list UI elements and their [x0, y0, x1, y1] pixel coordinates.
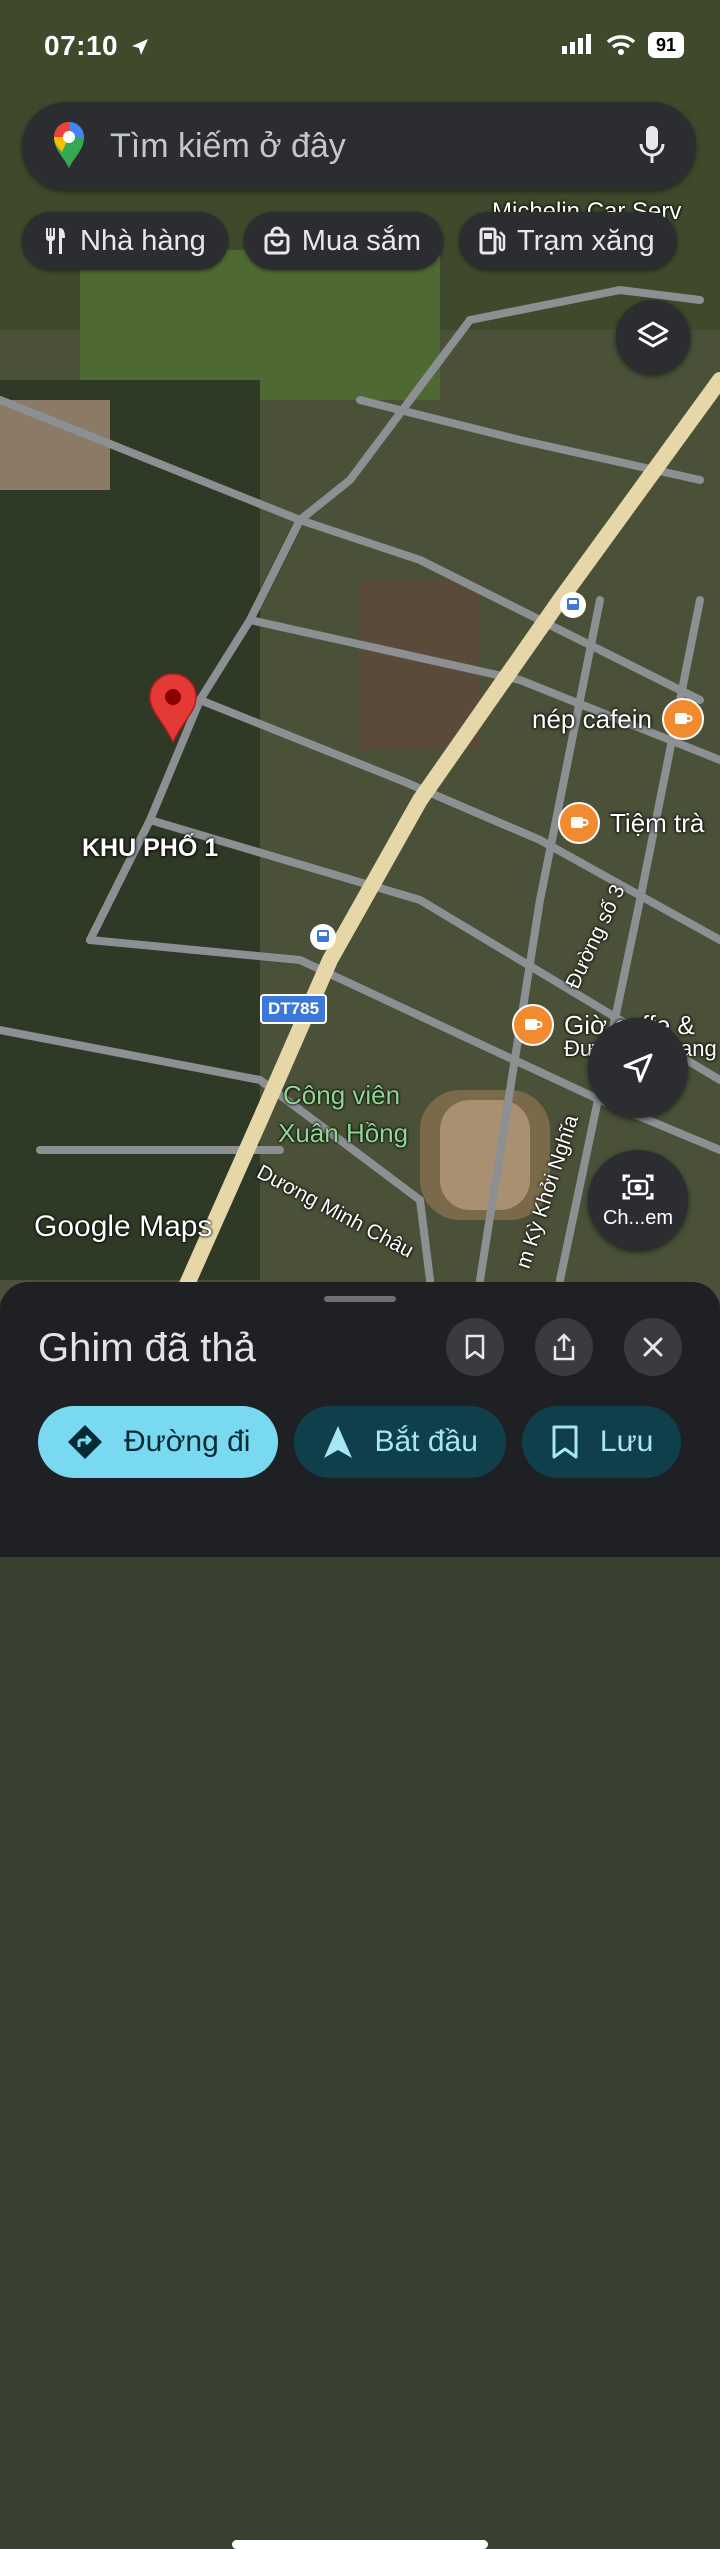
chip-restaurants[interactable]: Nhà hàng: [22, 212, 228, 270]
camera-search-button[interactable]: Ch...em: [588, 1150, 688, 1250]
road-shield: DT785: [260, 994, 328, 1024]
coffee-cup-icon: [512, 1004, 554, 1046]
directions-label: Đường đi: [124, 1425, 251, 1458]
poi-cafe-1[interactable]: nép cafein: [532, 698, 704, 740]
location-arrow-icon: [132, 39, 149, 55]
save-icon-button[interactable]: [446, 1318, 504, 1376]
park-label-line2: Xuân Hồng: [278, 1118, 409, 1148]
save-label: Lưu: [599, 1425, 654, 1458]
bookmark-icon: [552, 1425, 578, 1459]
park-label-line1: Công viên: [283, 1080, 401, 1110]
directions-button[interactable]: Đường đi: [38, 1406, 279, 1478]
search-input[interactable]: Tìm kiếm ở đây: [110, 127, 346, 166]
navigation-arrow-icon: [623, 1053, 653, 1083]
share-icon: [553, 1333, 575, 1361]
signal-icon: [561, 34, 591, 54]
sheet-actions: Đường đi Bắt đầu Lưu: [38, 1406, 682, 1478]
battery-indicator: 91: [647, 32, 684, 58]
share-button[interactable]: [535, 1318, 593, 1376]
poi-label: Tiệm trà: [610, 807, 705, 838]
category-chips: Nhà hàng Mua sắm Trạm xăng: [22, 212, 677, 270]
start-button[interactable]: Bắt đầu: [294, 1406, 506, 1478]
wifi-icon: [606, 35, 636, 55]
start-label: Bắt đầu: [374, 1425, 478, 1458]
coffee-cup-icon: [558, 802, 600, 844]
close-button[interactable]: [624, 1318, 682, 1376]
bookmark-icon: [465, 1334, 485, 1360]
bus-stop-icon[interactable]: [310, 924, 336, 950]
camera-icon: [622, 1174, 654, 1199]
close-icon: [643, 1337, 663, 1357]
sheet-title: Ghim đã thả: [38, 1326, 256, 1370]
poi-label: nép cafein: [532, 703, 652, 734]
fork-knife-icon: [46, 228, 65, 254]
microphone-icon[interactable]: [638, 124, 666, 166]
coffee-cup-icon: [661, 698, 704, 740]
status-bar: 07:10 91: [0, 0, 720, 90]
google-maps-logo: Google Maps: [34, 1210, 213, 1243]
status-time: 07:10: [44, 30, 150, 62]
gas-station-icon: [479, 227, 506, 255]
navigation-arrow-icon: [324, 1426, 353, 1458]
save-button[interactable]: Lưu: [521, 1406, 682, 1478]
drag-handle[interactable]: [324, 1296, 396, 1302]
poi-cafe-2[interactable]: Tiệm trà: [558, 802, 704, 844]
layers-button[interactable]: [616, 300, 690, 374]
shopping-bag-icon: [264, 226, 290, 255]
area-label: KHU PHỐ 1: [82, 834, 219, 862]
google-maps-pin-icon: [54, 122, 84, 168]
chip-gas-stations[interactable]: Trạm xăng: [459, 212, 677, 270]
time-text: 07:10: [44, 30, 119, 61]
bus-stop-icon[interactable]: [560, 592, 586, 618]
place-bottom-sheet[interactable]: Ghim đã thả Đường đi Bắt đầu Lưu: [0, 1282, 720, 2549]
chip-label: Trạm xăng: [517, 224, 655, 257]
layers-icon: [637, 321, 669, 348]
chip-label: Nhà hàng: [80, 224, 206, 257]
my-location-button[interactable]: [588, 1018, 688, 1118]
chip-label: Mua sắm: [301, 224, 422, 257]
search-bar[interactable]: Tìm kiếm ở đây: [22, 102, 696, 190]
home-indicator[interactable]: [232, 2540, 488, 2549]
camera-label: Ch...em: [602, 1206, 674, 1229]
chip-shopping[interactable]: Mua sắm: [243, 212, 444, 270]
directions-icon: [68, 1425, 102, 1459]
